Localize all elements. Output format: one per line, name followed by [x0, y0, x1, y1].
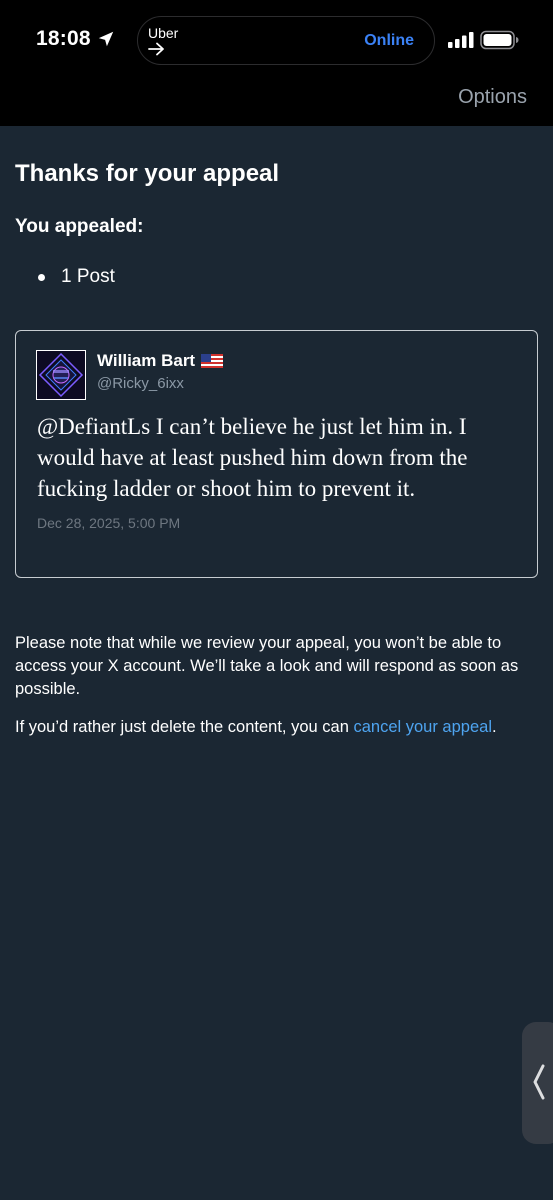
us-flag-icon	[201, 354, 224, 368]
author-handle[interactable]: @Ricky_6ixx	[97, 375, 184, 392]
avatar-image	[37, 351, 85, 399]
appealed-heading: You appealed:	[15, 216, 144, 237]
island-app-name: Uber	[148, 25, 179, 41]
cancel-appeal-link[interactable]: cancel your appeal	[353, 718, 492, 736]
appealed-item: 1 Post	[61, 266, 115, 287]
appealed-list: 1 Post	[38, 266, 115, 288]
post-date: Dec 28, 2025, 5:00 PM	[37, 515, 181, 531]
cancel-notice: If you’d rather just delete the content,…	[15, 716, 545, 739]
battery-icon	[480, 30, 519, 50]
avatar	[36, 350, 86, 400]
cancel-notice-suffix: .	[491, 718, 497, 736]
dynamic-island[interactable]: Uber Online	[137, 16, 435, 65]
arrow-right-icon	[148, 42, 164, 56]
cellular-signal-icon	[448, 32, 474, 48]
review-notice: Please note that while we review your ap…	[15, 634, 519, 698]
location-arrow-icon	[98, 31, 113, 47]
bullet-point	[38, 273, 45, 281]
options-button[interactable]: Options	[458, 86, 527, 109]
appealed-post-card: William Bart @Ricky_6ixx @DefiantLs I ca…	[15, 330, 538, 578]
author-name: William Bart	[97, 351, 196, 370]
status-time: 18:08	[36, 27, 115, 51]
top-bar: 18:08 Uber Online Options	[0, 0, 553, 126]
post-author[interactable]: William Bart	[97, 351, 224, 371]
status-time-text: 18:08	[36, 27, 91, 50]
post-text: @DefiantLs I can’t believe he just let h…	[37, 414, 468, 501]
island-status: Online	[364, 32, 414, 49]
chevron-left-icon	[533, 1064, 545, 1100]
side-panel-handle[interactable]	[522, 1022, 553, 1144]
page-title: Thanks for your appeal	[15, 160, 280, 187]
cancel-notice-prefix: If you’d rather just delete the content,…	[15, 718, 354, 736]
